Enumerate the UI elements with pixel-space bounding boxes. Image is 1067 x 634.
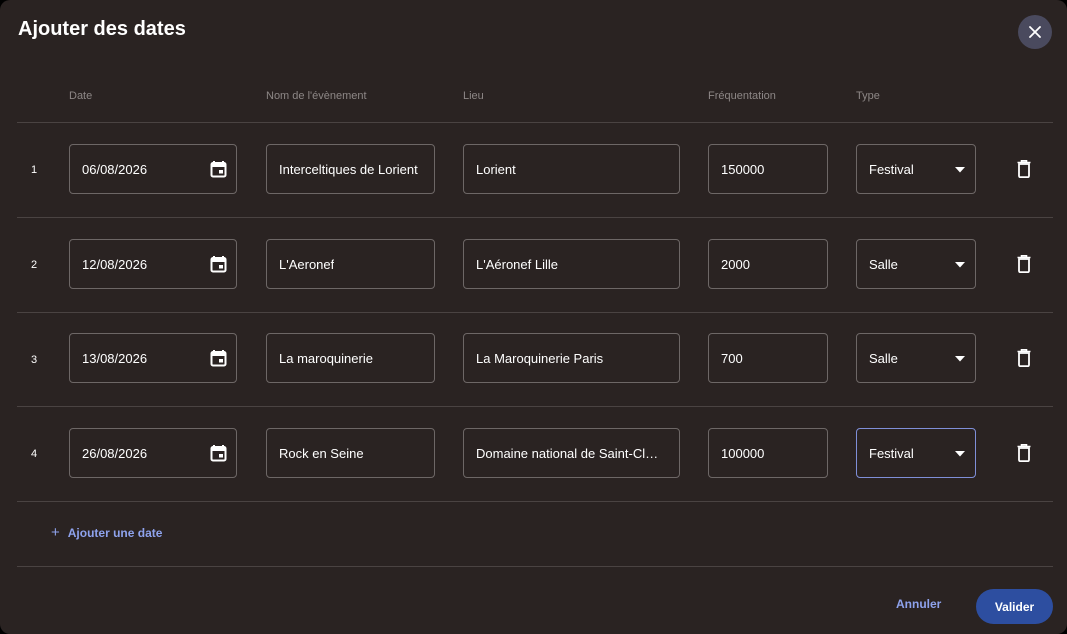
trash-icon[interactable]: [1017, 444, 1031, 462]
type-select[interactable]: Festival: [856, 428, 976, 478]
dialog-title: Ajouter des dates: [18, 18, 186, 40]
plus-icon: +: [51, 524, 60, 541]
row-number: 1: [31, 164, 38, 176]
attendance-value: 700: [721, 350, 743, 366]
chevron-down-icon: [955, 356, 965, 362]
add-date-label: Ajouter une date: [67, 525, 163, 540]
event-name-input[interactable]: Interceltiques de Lorient: [266, 144, 435, 194]
attendance-input[interactable]: 2000: [708, 239, 828, 289]
add-date-button[interactable]: + Ajouter une date: [51, 524, 162, 541]
divider: [17, 566, 1053, 567]
divider: [17, 217, 1053, 218]
date-input[interactable]: 06/08/2026: [69, 144, 237, 194]
attendance-value: 2000: [721, 256, 750, 272]
type-value: Salle: [869, 351, 898, 366]
divider: [17, 406, 1053, 407]
type-value: Salle: [869, 257, 898, 272]
event-name-value: Interceltiques de Lorient: [279, 161, 418, 177]
date-input[interactable]: 13/08/2026: [69, 333, 237, 383]
type-value: Festival: [869, 162, 914, 177]
place-input[interactable]: Lorient: [463, 144, 680, 194]
calendar-icon[interactable]: [210, 349, 227, 367]
divider: [17, 122, 1053, 123]
column-header-attendance: Fréquentation: [708, 90, 776, 102]
type-select[interactable]: Salle: [856, 239, 976, 289]
confirm-button[interactable]: Valider: [976, 589, 1053, 624]
place-input[interactable]: L'Aéronef Lille: [463, 239, 680, 289]
trash-icon[interactable]: [1017, 255, 1031, 273]
date-value: 12/08/2026: [82, 256, 148, 272]
divider: [17, 312, 1053, 313]
date-value: 26/08/2026: [82, 445, 148, 461]
place-input[interactable]: Domaine national de Saint-Cloud: [463, 428, 680, 478]
type-value: Festival: [869, 446, 914, 461]
attendance-input[interactable]: 100000: [708, 428, 828, 478]
close-button[interactable]: [1018, 15, 1052, 49]
divider: [17, 501, 1053, 502]
close-icon: [1029, 26, 1041, 38]
date-value: 06/08/2026: [82, 161, 148, 177]
type-select[interactable]: Festival: [856, 144, 976, 194]
event-name-value: L'Aeronef: [279, 256, 335, 272]
chevron-down-icon: [955, 167, 965, 173]
attendance-value: 100000: [721, 445, 765, 461]
event-name-value: Rock en Seine: [279, 445, 364, 461]
date-value: 13/08/2026: [82, 350, 148, 366]
attendance-value: 150000: [721, 161, 765, 177]
attendance-input[interactable]: 150000: [708, 144, 828, 194]
type-select[interactable]: Salle: [856, 333, 976, 383]
row-number: 2: [31, 259, 38, 271]
row-number: 3: [31, 354, 38, 366]
column-header-type: Type: [856, 90, 880, 102]
column-header-date: Date: [69, 90, 93, 102]
event-name-value: La maroquinerie: [279, 350, 373, 366]
column-header-place: Lieu: [463, 90, 484, 102]
chevron-down-icon: [955, 451, 965, 457]
event-name-input[interactable]: La maroquinerie: [266, 333, 435, 383]
calendar-icon[interactable]: [210, 255, 227, 273]
event-name-input[interactable]: Rock en Seine: [266, 428, 435, 478]
event-name-input[interactable]: L'Aeronef: [266, 239, 435, 289]
place-value: La Maroquinerie Paris: [476, 350, 604, 366]
column-header-event-name: Nom de l'évènement: [266, 90, 367, 102]
place-input[interactable]: La Maroquinerie Paris: [463, 333, 680, 383]
chevron-down-icon: [955, 262, 965, 268]
add-dates-dialog: Ajouter des dates Date Nom de l'évènemen…: [0, 0, 1067, 634]
cancel-button[interactable]: Annuler: [896, 597, 941, 611]
date-input[interactable]: 26/08/2026: [69, 428, 237, 478]
date-input[interactable]: 12/08/2026: [69, 239, 237, 289]
trash-icon[interactable]: [1017, 349, 1031, 367]
calendar-icon[interactable]: [210, 160, 227, 178]
trash-icon[interactable]: [1017, 160, 1031, 178]
place-value: Lorient: [476, 161, 516, 177]
row-number: 4: [31, 448, 38, 460]
confirm-label: Valider: [994, 599, 1035, 614]
attendance-input[interactable]: 700: [708, 333, 828, 383]
place-value: Domaine national de Saint-Cloud: [476, 445, 665, 461]
calendar-icon[interactable]: [210, 444, 227, 462]
place-value: L'Aéronef Lille: [476, 256, 558, 272]
